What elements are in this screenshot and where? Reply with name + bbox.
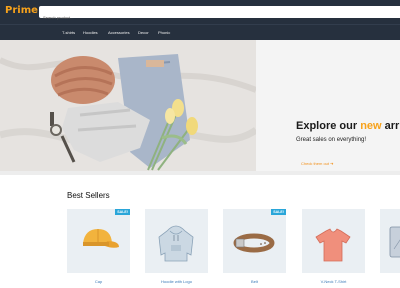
product-name[interactable]: Cap (67, 279, 130, 284)
product-card-belt[interactable]: SALE! (223, 209, 286, 273)
nav-item-accessories[interactable]: Accessories (108, 30, 130, 35)
hero-image (0, 40, 256, 171)
product-card-tshirt[interactable] (302, 209, 365, 273)
search-box[interactable] (39, 6, 400, 24)
belt-icon (233, 233, 275, 253)
best-sellers-section: Best Sellers SALE! Cap Hoodie with Logo … (0, 175, 400, 288)
hoodie-icon (158, 225, 194, 262)
arrow-right-icon: ➔ (330, 161, 334, 166)
hero-title-accent: new (360, 120, 382, 132)
main-nav: T-shirts Hoodies Accessories Decor Phoni… (0, 24, 400, 40)
product-card-partial[interactable] (380, 209, 400, 273)
top-header: Prime (0, 0, 400, 24)
nav-item-tshirts[interactable]: T-shirts (62, 30, 75, 35)
hero-cta-link[interactable]: Check them out ➔ (301, 161, 334, 166)
product-card-cap[interactable]: SALE! (67, 209, 130, 273)
nav-item-decor[interactable]: Decor (138, 30, 149, 35)
tshirt-icon (315, 228, 351, 262)
product-card-hoodie[interactable] (145, 209, 208, 273)
hero-subtitle: Great sales on everything! (296, 137, 367, 143)
section-title: Best Sellers (67, 191, 110, 200)
site-logo[interactable]: Prime (5, 5, 38, 16)
hero-banner: Explore our new arri Great sales on ever… (0, 40, 400, 171)
product-name[interactable]: Belt (223, 279, 286, 284)
phone-case-icon (389, 226, 400, 258)
nav-item-phonic[interactable]: Phonic (158, 30, 170, 35)
nav-item-hoodies[interactable]: Hoodies (83, 30, 98, 35)
hero-title: Explore our new arri (296, 120, 400, 132)
sale-badge: SALE! (271, 209, 286, 215)
sale-badge: SALE! (115, 209, 130, 215)
product-name[interactable]: V-Neck T-Shirt (302, 279, 365, 284)
cap-icon (83, 229, 119, 248)
search-input[interactable] (39, 11, 400, 24)
product-name[interactable]: Hoodie with Logo (145, 279, 208, 284)
